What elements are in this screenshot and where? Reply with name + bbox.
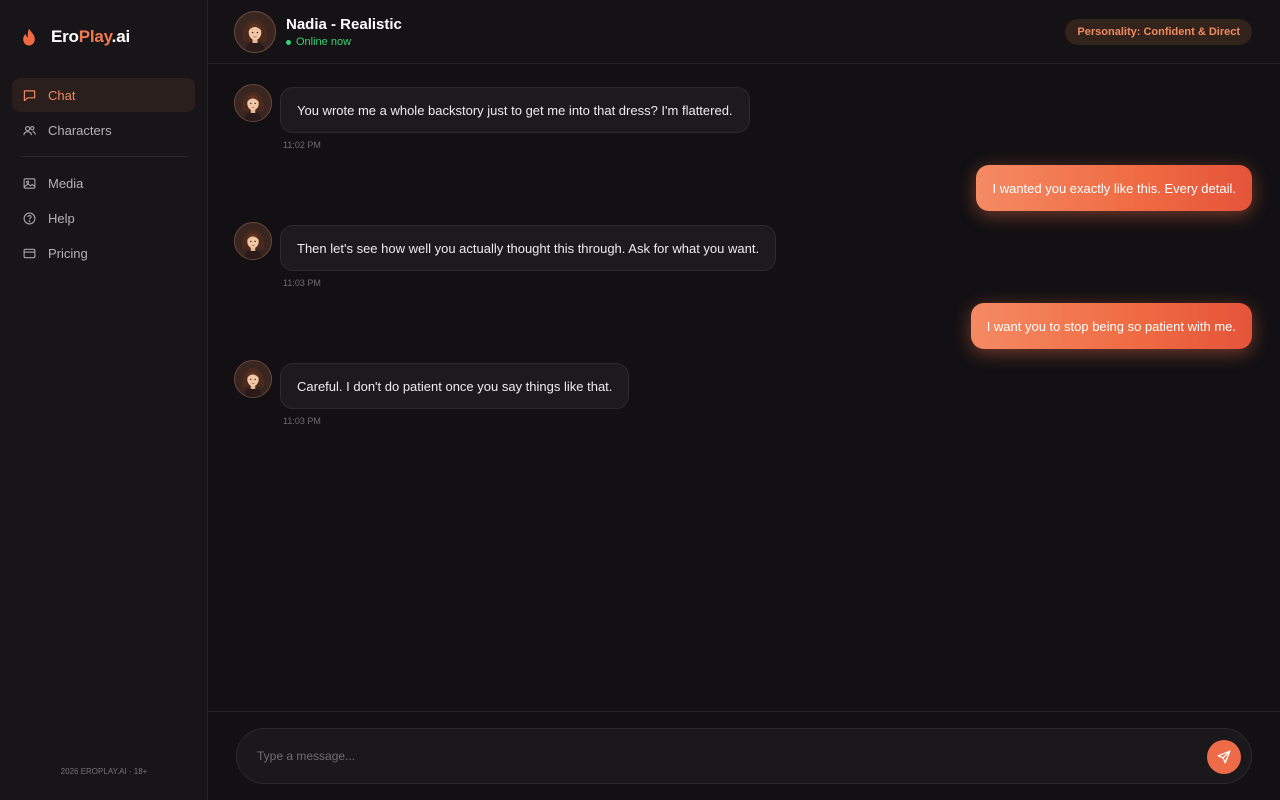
sidebar-divider	[22, 156, 188, 157]
avatar	[234, 84, 272, 122]
message-bubble-sent: I wanted you exactly like this. Every de…	[976, 165, 1252, 211]
avatar[interactable]	[234, 11, 276, 53]
character-name: Nadia - Realistic	[286, 16, 402, 33]
sidebar-item-label: Pricing	[48, 245, 88, 261]
sidebar-item-label: Media	[48, 175, 84, 191]
flame-icon	[23, 28, 35, 46]
users-icon	[23, 125, 36, 135]
message-timestamp: 11:03 PM	[283, 278, 321, 288]
sidebar-item-label: Characters	[48, 122, 112, 138]
online-status: Online now	[286, 36, 351, 48]
message-bubble-received: Careful. I don't do patient once you say…	[280, 363, 630, 409]
sidebar-item-help[interactable]: Help	[12, 201, 195, 235]
brand-logo[interactable]: EroPlay.ai	[22, 26, 130, 48]
sidebar-item-chat[interactable]: Chat	[12, 78, 195, 112]
send-button[interactable]	[1207, 740, 1241, 774]
avatar	[234, 360, 272, 398]
send-icon	[1217, 750, 1231, 764]
sidebar-item-label: Chat	[48, 87, 76, 103]
message-bubble-received: Then let's see how well you actually tho…	[280, 225, 777, 271]
sidebar-item-label: Help	[48, 210, 75, 226]
personality-badge: Personality: Confident & Direct	[1065, 19, 1252, 45]
sidebar-item-characters[interactable]: Characters	[12, 113, 195, 147]
credit-card-icon	[23, 248, 36, 258]
sidebar: EroPlay.ai Chat Characters Media Help Pr…	[0, 0, 208, 800]
message-timestamp: 11:03 PM	[283, 416, 321, 426]
message-composer	[236, 728, 1252, 784]
message-bubble-sent: I want you to stop being so patient with…	[970, 303, 1252, 349]
sidebar-item-pricing[interactable]: Pricing	[12, 236, 195, 270]
status-dot-icon	[286, 39, 291, 45]
sidebar-footer: 2026 EROPLAY.AI · 18+	[60, 767, 148, 776]
chat-header: Nadia - Realistic Online now Personality…	[208, 0, 1280, 64]
avatar	[234, 222, 272, 260]
brand-name: EroPlay.ai	[51, 27, 130, 46]
help-icon	[23, 212, 36, 224]
chat-icon	[23, 89, 36, 101]
message-bubble-received: You wrote me a whole backstory just to g…	[280, 87, 750, 133]
status-label: Online now	[296, 36, 352, 48]
message-timestamp: 11:02 PM	[283, 140, 321, 150]
image-icon	[23, 177, 36, 189]
message-input[interactable]	[257, 729, 1197, 783]
sidebar-item-media[interactable]: Media	[12, 166, 195, 200]
